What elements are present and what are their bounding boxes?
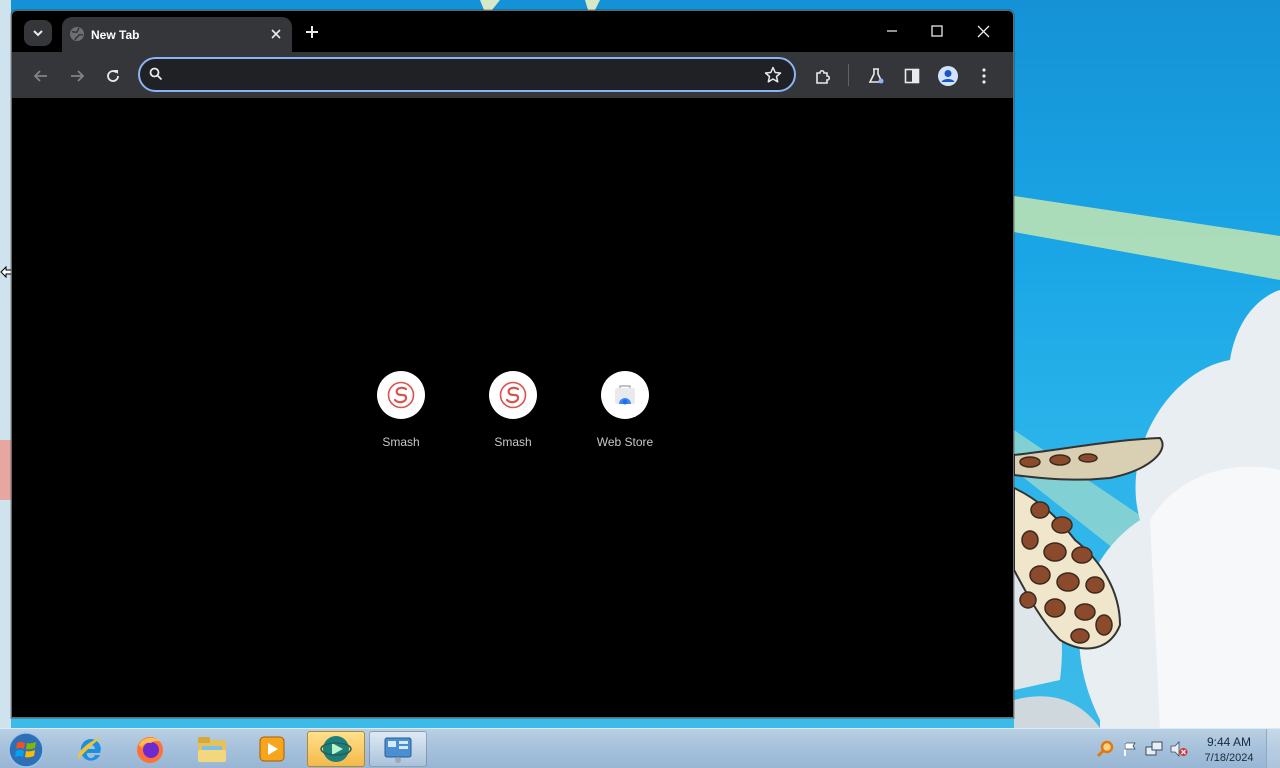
web-store-icon: [615, 385, 635, 405]
extensions-button[interactable]: [810, 63, 836, 89]
search-icon: [149, 67, 163, 81]
shortcut-smash-2[interactable]: Smash: [468, 360, 558, 450]
shortcut-label: Web Store: [596, 435, 654, 449]
start-button[interactable]: [6, 731, 46, 768]
title-bar[interactable]: New Tab: [12, 11, 1013, 52]
internet-explorer-icon: [77, 737, 102, 761]
file-explorer-icon: [198, 737, 226, 762]
menu-icon: [982, 68, 986, 84]
chevron-down-icon: [33, 30, 43, 37]
shortcut-web-store[interactable]: Web Store: [580, 360, 670, 450]
smash-icon: [387, 381, 415, 409]
extensions-icon: [816, 69, 831, 84]
tab-title: New Tab: [91, 28, 140, 42]
labs-icon: [868, 68, 884, 84]
toolbar: [12, 52, 1013, 98]
taskbar-control-panel[interactable]: [369, 731, 427, 767]
maximize-icon: [931, 25, 943, 37]
toolbar-separator: [848, 64, 849, 86]
taskbar-file-explorer[interactable]: [183, 731, 241, 767]
star-icon[interactable]: [764, 66, 782, 84]
back-button[interactable]: [28, 63, 54, 89]
side-panel-icon: [904, 68, 920, 84]
address-bar[interactable]: [138, 57, 796, 92]
tray-search[interactable]: [1097, 740, 1115, 758]
taskbar-firefox[interactable]: [121, 731, 179, 767]
system-clock[interactable]: 9:44 AM 7/18/2024: [1196, 734, 1262, 766]
shortcut-smash-1[interactable]: Smash: [356, 360, 446, 450]
active-app-icon: [320, 736, 352, 762]
minimize-button[interactable]: [872, 16, 912, 46]
taskbar-internet-explorer[interactable]: [61, 731, 119, 767]
network-icon: [1145, 741, 1163, 756]
taskbar-media-player[interactable]: [243, 731, 301, 767]
media-player-icon: [259, 736, 285, 762]
maximize-button[interactable]: [917, 16, 957, 46]
show-desktop-button[interactable]: [1266, 729, 1280, 768]
profile-button[interactable]: [935, 63, 961, 89]
taskbar-active-app[interactable]: [307, 731, 365, 767]
shortcut-icon-circle: [601, 371, 649, 419]
plus-icon: [306, 26, 318, 38]
reload-icon: [107, 70, 119, 82]
close-window-button[interactable]: [963, 16, 1003, 46]
control-panel-icon: [384, 737, 412, 763]
forward-button[interactable]: [64, 63, 90, 89]
browser-window: New Tab Smash Smash Web Store: [11, 10, 1014, 718]
address-input[interactable]: [170, 65, 750, 85]
tray-network[interactable]: [1145, 740, 1163, 758]
taskbar: 9:44 AM 7/18/2024: [0, 728, 1280, 768]
tray-volume[interactable]: [1170, 740, 1188, 758]
smash-icon: [499, 381, 527, 409]
minimize-icon: [887, 30, 897, 32]
clock-date: 7/18/2024: [1204, 752, 1254, 764]
shortcut-icon-circle: [377, 371, 425, 419]
labs-button[interactable]: [863, 63, 889, 89]
windows-logo-icon: [8, 732, 44, 768]
menu-button[interactable]: [971, 63, 997, 89]
volume-muted-icon: [1170, 741, 1188, 757]
globe-icon: [70, 27, 84, 41]
reload-button[interactable]: [100, 63, 126, 89]
firefox-icon: [137, 737, 163, 763]
new-tab-button[interactable]: [300, 20, 324, 44]
new-tab-page: Smash Smash Web Store: [19, 98, 1007, 711]
shortcut-label: Smash: [494, 435, 532, 449]
clock-time: 9:44 AM: [1206, 735, 1252, 749]
back-icon: [33, 70, 47, 82]
tab-search-button[interactable]: [24, 20, 52, 46]
flag-icon: [1124, 742, 1136, 756]
tab-close-button[interactable]: [266, 24, 286, 44]
close-icon: [977, 25, 989, 37]
shortcut-icon-circle: [489, 371, 537, 419]
side-panel-button[interactable]: [899, 63, 925, 89]
forward-icon: [71, 70, 85, 82]
close-icon: [271, 29, 281, 39]
tab-new-tab[interactable]: New Tab: [62, 17, 292, 52]
tray-action-center[interactable]: [1121, 740, 1139, 758]
shortcut-label: Smash: [382, 435, 420, 449]
search-tray-icon: [1097, 740, 1114, 758]
profile-icon: [938, 66, 958, 86]
